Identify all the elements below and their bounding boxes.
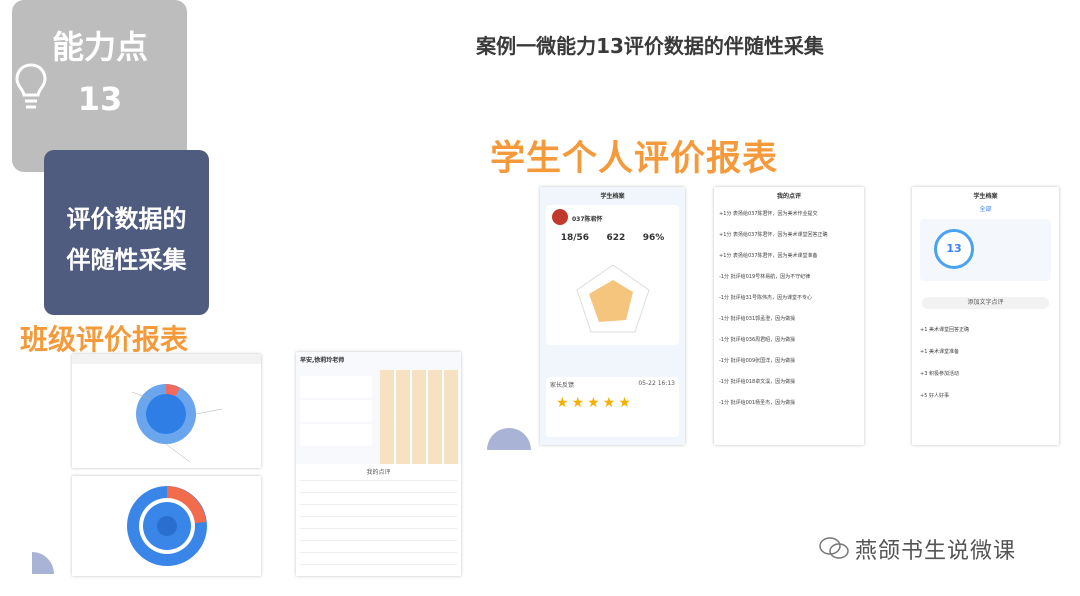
comments-list-screenshot: 我的点评 +1分 表扬给037陈君怀，因为美术作业提交 +1分 表扬给037陈君… xyxy=(714,187,864,445)
entry-item: +3 积极参加活动 xyxy=(920,371,959,377)
entry-item: +5 好人好事 xyxy=(920,393,949,399)
class-report-title: 班级评价报表 xyxy=(20,323,189,356)
stat-percent: 96% xyxy=(642,233,665,243)
lightbulb-icon xyxy=(15,63,47,109)
radar-chart xyxy=(576,264,650,333)
wechat-icon xyxy=(819,537,849,559)
avatar xyxy=(552,209,568,225)
comment-item: -1分 批评给001杨圣杰，因为做操 xyxy=(719,400,796,406)
add-comment-button[interactable]: 添加文字点评 xyxy=(922,297,1049,309)
teacher-greeting: 早安,徐莉玲老师 xyxy=(300,357,345,364)
decor-blob xyxy=(32,552,54,574)
profile2-header: 学生档案 xyxy=(973,193,998,200)
tab-all[interactable]: 全部 xyxy=(912,200,1059,213)
stat-rank: 18/56 xyxy=(560,233,590,243)
entry-item: +1 美术课堂回答正确 xyxy=(920,327,969,333)
feedback-time: 05-22 16:13 xyxy=(638,380,675,387)
student-name: 037陈君怀 xyxy=(572,216,603,223)
comments-header-small: 我的点评 xyxy=(366,469,391,476)
decor-blob xyxy=(487,428,531,450)
comment-item: -1分 批评给031郭孟澄，因为做操 xyxy=(719,316,796,322)
comment-item: -1分 批评给019号林易航，因为不守纪律 xyxy=(719,274,811,280)
comments-header: 我的点评 xyxy=(776,193,801,200)
stat-score: 622 xyxy=(606,233,626,243)
ability-badge-title: 能力点 xyxy=(51,28,148,66)
entry-item: +1 美术课堂准备 xyxy=(920,349,959,355)
comment-item: +1分 表扬给037陈君怀，因为美术课堂回答正确 xyxy=(719,232,828,238)
comment-item: +1分 表扬给037陈君怀，因为美术作业提交 xyxy=(719,211,818,217)
student-profile-2-screenshot: 学生档案 全部 13 添加文字点评 +1 美术课堂回答正确 +1 美术课堂准备 … xyxy=(912,187,1059,445)
teacher-app-screenshot: 早安,徐莉玲老师 我的点评 xyxy=(296,352,461,576)
student-report-title: 学生个人评价报表 xyxy=(490,139,779,179)
class-report-donut-screenshot xyxy=(72,476,261,576)
score-circle: 13 xyxy=(934,229,974,269)
comment-item: +1分 表扬给037陈君怀，因为美术课堂准备 xyxy=(719,253,818,259)
page-title: 案例一微能力13评价数据的伴随性采集 xyxy=(476,34,824,58)
section-line-2: 伴随性采集 xyxy=(66,246,187,274)
profile-header: 学生档案 xyxy=(600,193,625,200)
comment-item: -1分 批评给009张国洋，因为做操 xyxy=(719,358,796,364)
section-line-1: 评价数据的 xyxy=(66,205,187,233)
rating-stars: ★★★★★ xyxy=(556,395,634,411)
watermark-text: 燕颌书生说微课 xyxy=(855,539,1017,564)
comment-item: -1分 批评给31号陈伟杰，因为课堂不专心 xyxy=(719,295,812,301)
comment-item: -1分 批评给036周君昭，因为做操 xyxy=(719,337,796,343)
ability-badge-number: 13 xyxy=(77,80,123,118)
comment-item: -1分 批评给018卓文淏，因为做操 xyxy=(719,379,796,385)
student-profile-screenshot: 学生档案 037陈君怀 18/56 622 96% 家长反馈 05-22 16:… xyxy=(540,187,685,445)
class-report-pie-screenshot xyxy=(72,354,261,468)
